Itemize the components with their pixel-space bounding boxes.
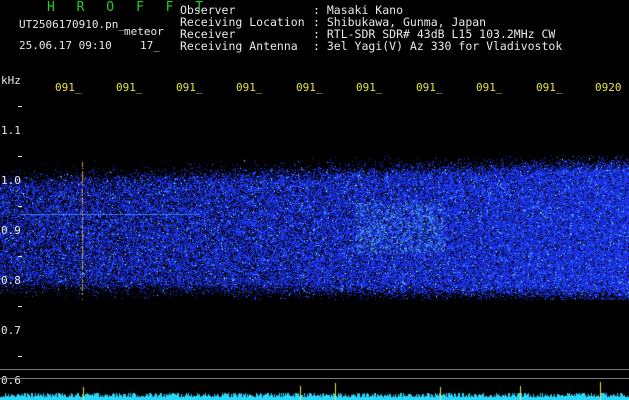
info-value-antenna: : 3el Yagi(V) Az 330 for Vladivostok [313,39,563,53]
time-label-8: 091_ [476,81,503,94]
freq-tick [18,306,22,307]
file-tag: meteor [124,25,164,38]
freq-tick [18,256,22,257]
info-label-antenna: Receiving Antenna [180,39,298,53]
time-label-3: 091_ [176,81,203,94]
time-label-5: 091_ [296,81,323,94]
time-label-9: 091_ [536,81,563,94]
time-label-7: 091_ [416,81,443,94]
freq-tick [18,206,22,207]
freq-label-0-6: 0.6 [1,374,21,387]
freq-tick [18,356,22,357]
time-label-10: 0920 [595,81,622,94]
reference-line-lower [0,378,629,379]
freq-unit-label: kHz [1,74,21,87]
freq-label-0-7: 0.7 [1,324,21,337]
spectrogram-canvas [0,0,629,400]
time-label-1: 091_ [55,81,82,94]
freq-label-0-8: 0.8 [1,274,21,287]
freq-tick [18,106,22,107]
freq-tick [18,156,22,157]
freq-label-1-1: 1.1 [1,124,21,137]
counter: 17_ [140,39,160,52]
freq-label-0-9: 0.9 [1,224,21,237]
reference-line-upper [0,369,629,370]
time-label-4: 091_ [236,81,263,94]
file-name: UT2506170910.pn_ [19,18,125,31]
date-time: 25.06.17 09:10 [19,39,112,52]
time-label-6: 091_ [356,81,383,94]
time-label-2: 091_ [116,81,143,94]
freq-label-1-0: 1.0 [1,174,21,187]
